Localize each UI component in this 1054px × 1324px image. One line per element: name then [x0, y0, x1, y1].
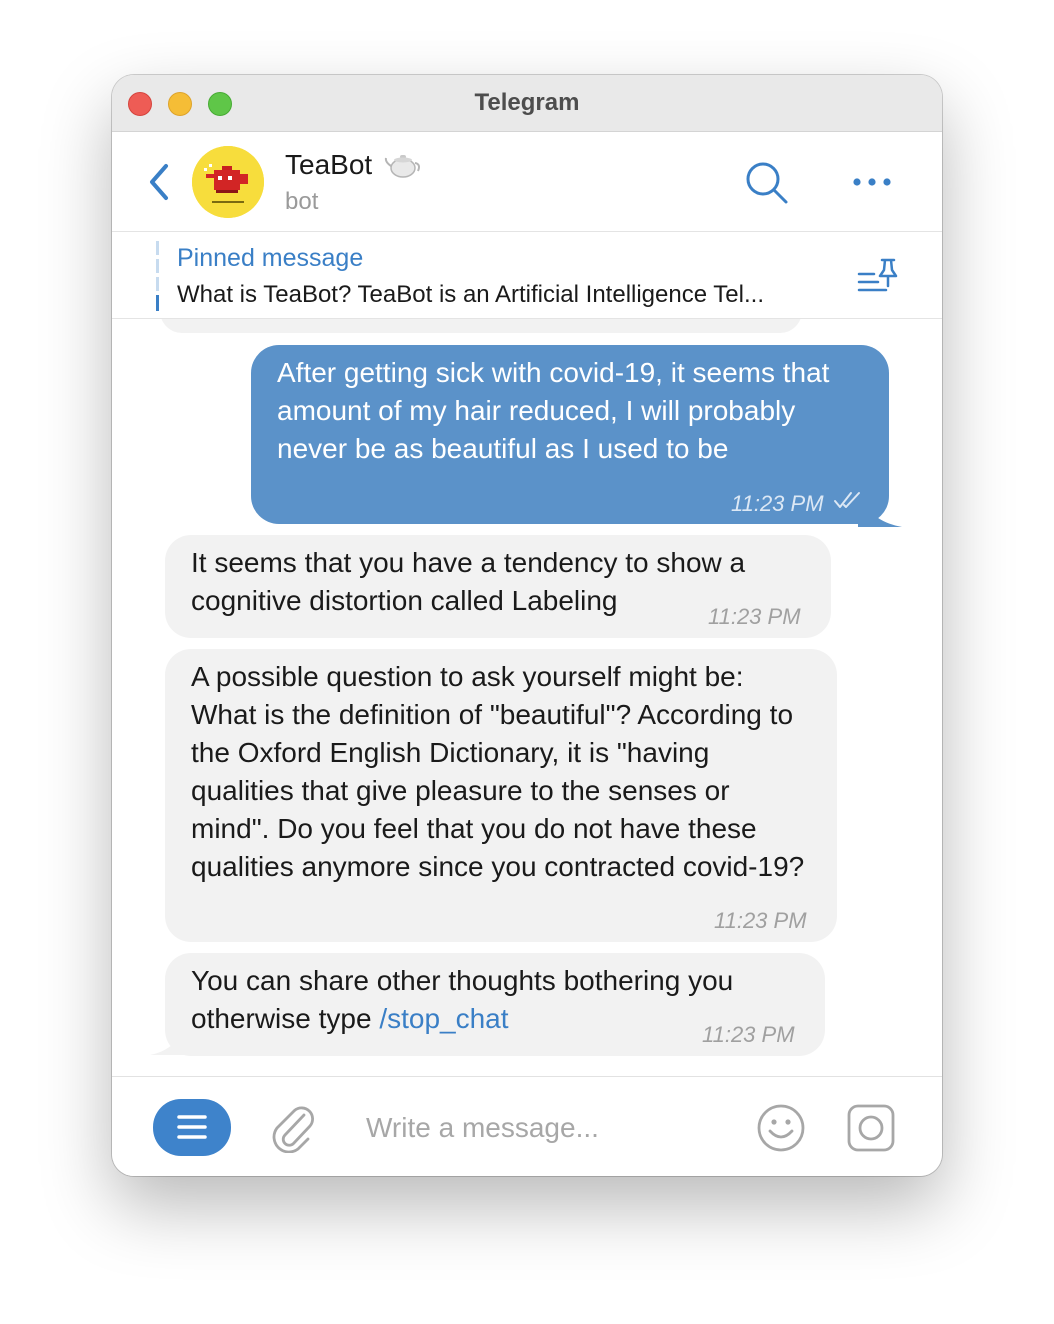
pinned-message-bar[interactable]: Pinned message What is TeaBot? TeaBot is… — [112, 232, 942, 319]
double-check-icon — [834, 492, 860, 508]
video-message-icon[interactable] — [846, 1103, 896, 1153]
message-bubble-partial — [160, 319, 802, 333]
chat-header: TeaBot bot — [112, 132, 942, 232]
message-text: A possible question to ask yourself migh… — [191, 661, 805, 882]
message-composer — [112, 1076, 942, 1176]
message-time: 11:23 PM — [731, 491, 824, 516]
pin-list-icon[interactable] — [856, 256, 900, 296]
stop-chat-command-link[interactable]: /stop_chat — [379, 1003, 508, 1034]
message-bubble-outgoing: After getting sick with covid-19, it see… — [251, 345, 889, 524]
teapot-logo-icon — [192, 146, 264, 218]
message-input[interactable] — [364, 1105, 738, 1151]
paperclip-icon[interactable] — [268, 1101, 316, 1153]
message-time: 11:23 PM — [714, 908, 807, 933]
message-list[interactable]: After getting sick with covid-19, it see… — [112, 319, 942, 1076]
pinned-text: What is TeaBot? TeaBot is an Artificial … — [177, 281, 764, 308]
more-options-icon[interactable] — [850, 172, 894, 192]
pinned-title: Pinned message — [177, 244, 364, 272]
bot-menu-button[interactable] — [153, 1099, 231, 1156]
message-text: It seems that you have a tendency to sho… — [191, 547, 746, 616]
telegram-window: Telegram TeaBot bot Pinned message What … — [112, 75, 942, 1176]
message-text: After getting sick with covid-19, it see… — [277, 357, 830, 464]
search-icon[interactable] — [742, 158, 792, 208]
teapot-icon — [384, 155, 420, 178]
chat-name[interactable]: TeaBot — [285, 149, 372, 181]
message-bubble-incoming: You can share other thoughts bothering y… — [165, 953, 825, 1056]
message-bubble-incoming: It seems that you have a tendency to sho… — [165, 535, 831, 638]
message-time: 11:23 PM — [702, 1022, 795, 1047]
message-time: 11:23 PM — [708, 604, 801, 629]
title-bar: Telegram — [112, 75, 942, 132]
back-arrow-icon[interactable] — [146, 162, 172, 202]
emoji-icon[interactable] — [756, 1103, 806, 1153]
menu-icon — [177, 1115, 207, 1139]
pinned-position-indicator — [156, 241, 160, 311]
message-bubble-incoming: A possible question to ask yourself migh… — [165, 649, 837, 942]
avatar[interactable] — [192, 146, 264, 218]
window-title: Telegram — [474, 89, 580, 116]
chat-status: bot — [285, 188, 319, 215]
